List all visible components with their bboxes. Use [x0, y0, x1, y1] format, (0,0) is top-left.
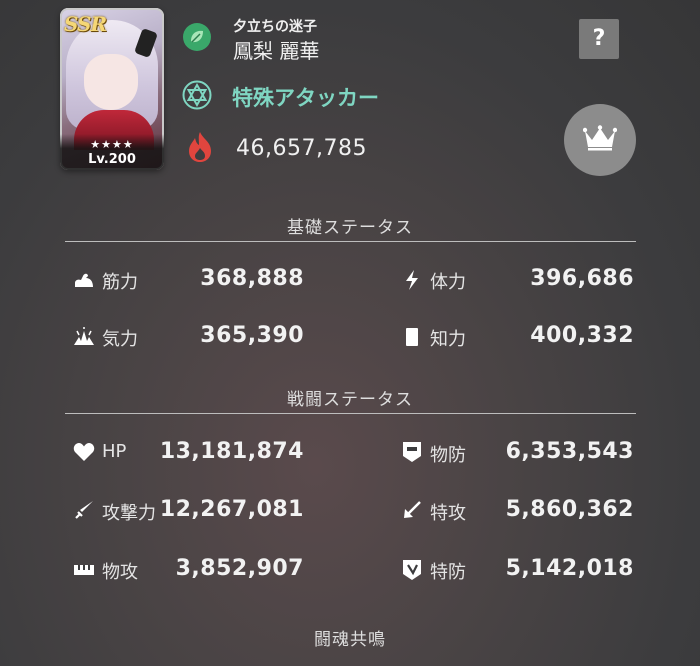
battle-status-title: 戦闘ステータス — [287, 390, 413, 410]
stat-value-physical-attack: 3,852,907 — [175, 556, 304, 581]
special-attack-icon — [400, 498, 424, 522]
stat-value-spirit: 365,390 — [200, 323, 304, 348]
stat-label-hp: HP — [102, 441, 127, 462]
flame-icon — [185, 130, 215, 164]
rarity-badge: SSR — [64, 12, 107, 36]
book-icon — [400, 325, 424, 349]
stat-label-special-attack: 特攻 — [430, 503, 466, 524]
basic-status-title: 基礎ステータス — [287, 218, 413, 238]
combat-power-value: 46,657,785 — [236, 136, 367, 161]
stat-label-stamina: 体力 — [430, 272, 466, 293]
spirit-icon — [72, 325, 96, 349]
stat-value-special-defense: 5,142,018 — [505, 556, 634, 581]
stat-value-intelligence: 400,332 — [530, 323, 634, 348]
section-divider — [65, 413, 636, 414]
help-button[interactable]: ? — [579, 19, 619, 59]
stat-label-physical-attack: 物攻 — [102, 562, 138, 583]
stat-label-special-defense: 特防 — [430, 562, 466, 583]
lightning-icon — [400, 268, 424, 292]
heart-icon — [72, 440, 96, 464]
character-face — [84, 54, 138, 110]
stat-value-attack: 12,267,081 — [159, 497, 304, 522]
sword-icon — [72, 498, 96, 522]
character-name: 鳳梨 麗華 — [233, 39, 320, 63]
crown-button[interactable] — [564, 104, 636, 176]
stat-label-intelligence: 知力 — [430, 329, 466, 350]
stat-label-spirit: 気力 — [102, 329, 138, 350]
stat-label-strength: 筋力 — [102, 272, 138, 293]
physical-defense-icon — [400, 440, 424, 464]
stat-value-stamina: 396,686 — [530, 266, 634, 291]
stat-value-hp: 13,181,874 — [159, 439, 304, 464]
character-card[interactable]: SSR ★★★★ Lv.200 — [60, 8, 164, 170]
physical-attack-icon — [72, 558, 96, 582]
hexagram-icon — [182, 80, 212, 110]
crown-icon — [582, 125, 618, 155]
level-label: Lv.200 — [88, 152, 136, 167]
stat-value-physical-defense: 6,353,543 — [505, 439, 634, 464]
role-label: 特殊アタッカー — [232, 86, 379, 110]
stat-label-physical-defense: 物防 — [430, 445, 466, 466]
leaf-element-icon — [182, 22, 212, 52]
special-defense-icon — [400, 558, 424, 582]
soul-resonance-title: 闘魂共鳴 — [314, 630, 386, 650]
muscle-icon — [72, 268, 96, 292]
star-rating: ★★★★ — [90, 138, 134, 151]
character-subtitle: 夕立ちの迷子 — [233, 19, 317, 35]
section-divider — [65, 241, 636, 242]
stat-value-strength: 368,888 — [200, 266, 304, 291]
stat-value-special-attack: 5,860,362 — [505, 497, 634, 522]
